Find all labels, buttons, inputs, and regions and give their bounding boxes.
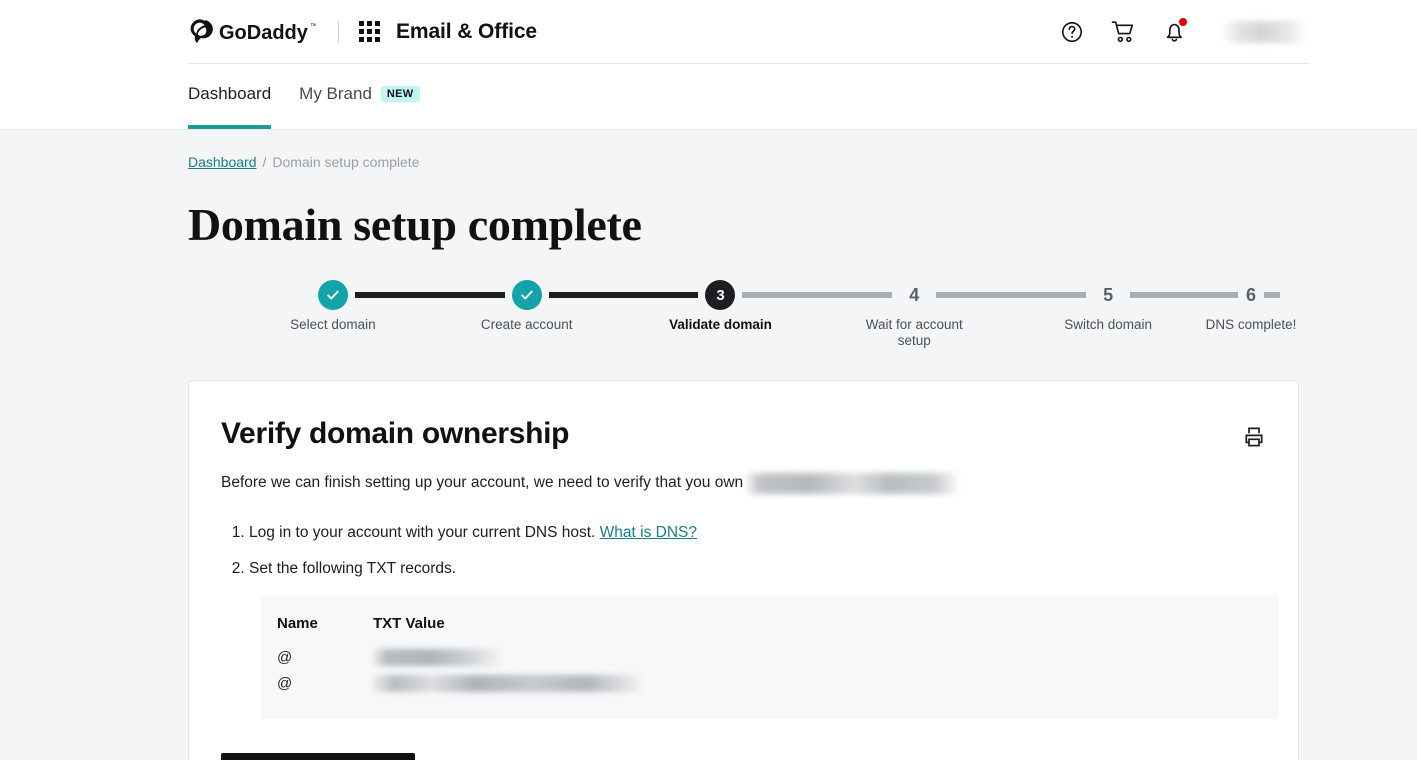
card-subtitle-text: Before we can finish setting up your acc… xyxy=(221,474,743,492)
tab-dashboard[interactable]: Dashboard xyxy=(188,84,271,129)
header-divider xyxy=(338,21,339,43)
step-4-wait-for-account-setup[interactable]: 4 Wait for account setup xyxy=(817,280,1011,349)
step-2-check-icon xyxy=(512,280,542,310)
redacted-domain-name xyxy=(746,473,956,494)
step-3-marker: 3 xyxy=(624,280,818,310)
step-2-label: Create account xyxy=(481,317,573,333)
check-my-settings-button[interactable]: Check My Settings xyxy=(221,753,415,760)
step-1-check-icon xyxy=(318,280,348,310)
main-content: Dashboard / Domain setup complete Domain… xyxy=(188,131,1299,760)
breadcrumb: Dashboard / Domain setup complete xyxy=(188,131,1299,170)
step-5-marker: 5 xyxy=(1011,280,1205,310)
godaddy-logo-icon: GoDaddy ™ xyxy=(188,18,316,46)
step-6-label: DNS complete! xyxy=(1206,317,1297,333)
page-title: Domain setup complete xyxy=(188,198,1299,251)
help-circle-icon[interactable] xyxy=(1059,19,1085,45)
tab-strip: Dashboard My Brand NEW xyxy=(0,64,1417,130)
step-4-marker: 4 xyxy=(817,280,1011,310)
redacted-txt-value-1 xyxy=(373,649,501,666)
tab-my-brand-label: My Brand xyxy=(299,84,372,104)
page-root: GoDaddy ™ Email & Office xyxy=(0,0,1417,760)
step-3-validate-domain[interactable]: 3 Validate domain xyxy=(624,280,818,349)
table-header-row: Name TXT Value xyxy=(277,615,1263,645)
svg-text:™: ™ xyxy=(310,23,316,30)
step-2-marker xyxy=(430,280,624,310)
new-badge: NEW xyxy=(381,86,420,102)
txt-record-value-1[interactable] xyxy=(373,645,1263,671)
header-inner: GoDaddy ™ Email & Office xyxy=(188,0,1310,64)
apps-grid-icon[interactable] xyxy=(359,21,380,42)
svg-text:GoDaddy: GoDaddy xyxy=(219,22,309,44)
progress-stepper: Select domain Create account xyxy=(188,280,1299,349)
step-6-number: 6 xyxy=(1238,280,1264,310)
column-header-txt-value: TXT Value xyxy=(373,615,1263,645)
breadcrumb-separator: / xyxy=(263,154,267,170)
column-header-name: Name xyxy=(277,615,373,645)
instruction-list: Log in to your account with your current… xyxy=(221,522,1266,581)
step-6-marker: 6 xyxy=(1205,280,1297,310)
tab-strip-inner: Dashboard My Brand NEW xyxy=(188,64,420,130)
card-subtitle: Before we can finish setting up your acc… xyxy=(221,473,1266,494)
app-title: Email & Office xyxy=(396,20,537,44)
txt-record-name-2: @ xyxy=(277,671,373,697)
table-row: @ xyxy=(277,645,1263,671)
notification-bell-icon[interactable] xyxy=(1161,19,1187,45)
step-1-marker xyxy=(236,280,430,310)
account-menu[interactable] xyxy=(1222,21,1308,43)
step-4-number: 4 xyxy=(901,280,927,310)
redacted-txt-value-2 xyxy=(373,675,641,692)
step-4-label: Wait for account setup xyxy=(854,317,974,349)
card-title: Verify domain ownership xyxy=(221,417,1266,451)
tab-my-brand[interactable]: My Brand NEW xyxy=(299,84,419,129)
instruction-item-2: Set the following TXT records. xyxy=(249,558,1266,580)
step-5-switch-domain[interactable]: 5 Switch domain xyxy=(1011,280,1205,349)
verify-domain-card: Verify domain ownership Before we can fi… xyxy=(188,380,1299,760)
tab-dashboard-label: Dashboard xyxy=(188,84,271,104)
txt-record-value-2[interactable] xyxy=(373,671,1263,697)
step-5-label: Switch domain xyxy=(1064,317,1152,333)
notification-dot xyxy=(1179,18,1187,26)
step-1-label: Select domain xyxy=(290,317,376,333)
step-5-number: 5 xyxy=(1095,280,1121,310)
step-3-label: Validate domain xyxy=(669,317,772,333)
godaddy-logo[interactable]: GoDaddy ™ xyxy=(188,0,316,64)
global-header: GoDaddy ™ Email & Office xyxy=(0,0,1417,64)
instruction-item-2-text: Set the following TXT records. xyxy=(249,560,456,577)
shopping-cart-icon[interactable] xyxy=(1110,19,1136,45)
txt-records-table: Name TXT Value @ @ xyxy=(261,595,1279,719)
step-3-number: 3 xyxy=(716,288,724,303)
header-actions xyxy=(1059,19,1310,45)
breadcrumb-dashboard-link[interactable]: Dashboard xyxy=(188,154,257,170)
step-1-select-domain[interactable]: Select domain xyxy=(236,280,430,349)
instruction-item-1-text: Log in to your account with your current… xyxy=(249,524,595,541)
table-row: @ xyxy=(277,671,1263,697)
step-2-create-account[interactable]: Create account xyxy=(430,280,624,349)
what-is-dns-link[interactable]: What is DNS? xyxy=(600,524,697,541)
printer-icon[interactable] xyxy=(1242,425,1266,449)
step-6-dns-complete[interactable]: 6 DNS complete! xyxy=(1205,280,1297,349)
breadcrumb-current: Domain setup complete xyxy=(272,154,419,170)
txt-record-name-1: @ xyxy=(277,645,373,671)
step-3-number-badge: 3 xyxy=(705,280,735,310)
instruction-item-1: Log in to your account with your current… xyxy=(249,522,1266,544)
